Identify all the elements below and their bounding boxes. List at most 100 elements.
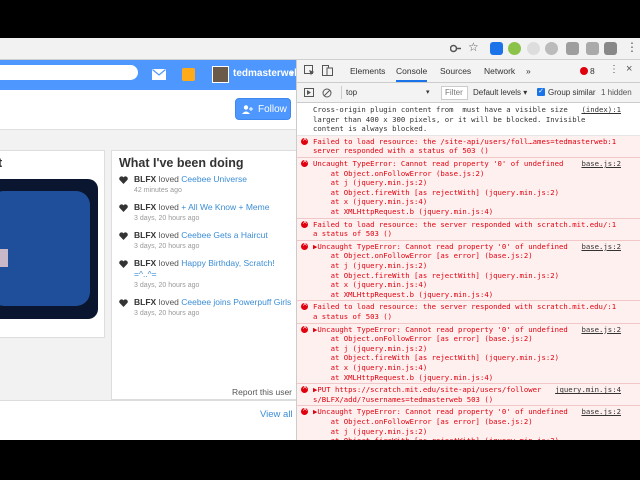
- follow-user-icon: [242, 105, 253, 114]
- extension-icon-6[interactable]: [586, 42, 599, 55]
- extension-icon-1[interactable]: [490, 42, 503, 55]
- message-source-link[interactable]: (index):1: [581, 105, 621, 115]
- extension-icon-5[interactable]: [566, 42, 579, 55]
- tab-console[interactable]: Console: [396, 66, 428, 82]
- error-icon: [301, 218, 308, 228]
- error-icon: [301, 240, 308, 250]
- browser-window: ☆ ⋮ tedmasterweb ▾ Follow t What I've be…: [0, 38, 640, 440]
- activity-time: 3 days, 20 hours ago: [134, 243, 200, 250]
- activity-project-link[interactable]: Ceebee Universe: [181, 174, 247, 184]
- activity-verb: loved: [158, 230, 179, 240]
- report-user-link[interactable]: Report this user: [232, 387, 292, 397]
- error-icon: [301, 323, 308, 333]
- heart-icon: [119, 260, 128, 268]
- heart-icon: [119, 232, 128, 240]
- inspect-element-icon[interactable]: [304, 65, 315, 76]
- avatar[interactable]: [212, 66, 229, 83]
- featured-title: t: [0, 156, 3, 170]
- console-error-message[interactable]: Uncaught TypeError: Cannot read property…: [297, 157, 640, 219]
- activity-verb: loved: [158, 174, 179, 184]
- tab-elements[interactable]: Elements: [350, 66, 385, 76]
- search-input[interactable]: [0, 65, 138, 80]
- activity-time: 3 days, 20 hours ago: [134, 310, 200, 317]
- activity-project-link[interactable]: Ceebee Gets a Haircut: [181, 230, 267, 240]
- message-text: ▶Uncaught TypeError: Cannot read propert…: [313, 241, 568, 299]
- message-text: ▶Uncaught TypeError: Cannot read propert…: [313, 324, 568, 382]
- device-toolbar-icon[interactable]: [322, 65, 333, 76]
- key-icon[interactable]: [450, 43, 462, 54]
- extension-icon-3[interactable]: [527, 42, 540, 55]
- activity-user[interactable]: BLFX: [134, 230, 156, 240]
- featured-project-thumbnail[interactable]: [0, 179, 98, 319]
- tab-sources[interactable]: Sources: [440, 66, 471, 76]
- log-levels-dropdown[interactable]: Default levels ▾: [473, 88, 527, 97]
- activity-user[interactable]: BLFX: [134, 258, 156, 268]
- message-source-link[interactable]: base.js:2: [581, 159, 621, 169]
- activity-feed: What I've been doing BLFX loved Ceebee U…: [111, 150, 296, 400]
- filter-placeholder: Filter: [445, 88, 463, 97]
- message-text: Cross-origin plugin content from must ha…: [313, 105, 586, 134]
- heart-icon: [119, 176, 128, 184]
- group-similar-label: Group similar: [548, 88, 596, 97]
- my-stuff-icon[interactable]: [182, 68, 195, 81]
- shared-projects-strip: View all: [0, 400, 296, 440]
- show-sidebar-icon[interactable]: [304, 88, 314, 97]
- close-icon[interactable]: ×: [626, 63, 632, 75]
- console-error-message[interactable]: ▶PUT https://scratch.mit.edu/site-api/us…: [297, 383, 640, 407]
- console-error-message[interactable]: Failed to load resource: the server resp…: [297, 218, 640, 241]
- view-all-link[interactable]: View all: [260, 409, 293, 420]
- error-icon: [301, 405, 308, 416]
- tab-network[interactable]: Network: [484, 66, 515, 76]
- follow-button[interactable]: Follow: [235, 98, 291, 120]
- list-item: BLFX loved Happy Birthday, Scratch! =^..…: [119, 258, 294, 291]
- group-similar-checkbox[interactable]: ✓: [537, 88, 545, 96]
- context-select[interactable]: top ▾: [341, 86, 438, 99]
- console-error-message[interactable]: ▶Uncaught TypeError: Cannot read propert…: [297, 240, 640, 302]
- message-source-link[interactable]: base.js:2: [581, 242, 621, 252]
- browser-toolbar: ☆ ⋮: [0, 38, 640, 60]
- activity-verb: loved: [158, 202, 179, 212]
- error-icon: [301, 300, 308, 311]
- console-error-message[interactable]: ▶Uncaught TypeError: Cannot read propert…: [297, 323, 640, 385]
- extension-icon-7[interactable]: [604, 42, 617, 55]
- console-info-message[interactable]: Cross-origin plugin content from must ha…: [297, 104, 640, 136]
- chevron-down-icon[interactable]: ▾: [290, 69, 294, 78]
- message-source-link[interactable]: jquery.min.js:4: [555, 385, 621, 395]
- username-label[interactable]: tedmasterweb: [233, 68, 296, 79]
- activity-time: 3 days, 20 hours ago: [134, 282, 200, 289]
- extension-icon-2[interactable]: [508, 42, 521, 55]
- activity-verb: loved: [158, 297, 179, 307]
- devtools-tab-bar: Elements Console Sources Network » 8 ⋮ ×: [297, 60, 640, 83]
- clear-console-icon[interactable]: [322, 88, 332, 98]
- message-text: Failed to load resource: the server resp…: [313, 219, 617, 239]
- context-value: top: [346, 88, 358, 97]
- messages-icon[interactable]: [152, 69, 166, 80]
- site-navbar: tedmasterweb ▾: [0, 60, 296, 90]
- error-count-icon: [580, 67, 588, 75]
- heart-icon: [119, 204, 128, 212]
- activity-project-link[interactable]: + All We Know + Meme: [181, 202, 269, 212]
- console-error-message[interactable]: Failed to load resource: the /site-api/u…: [297, 135, 640, 158]
- more-tabs-button[interactable]: »: [526, 66, 531, 76]
- devtools-panel: Elements Console Sources Network » 8 ⋮ ×…: [296, 60, 640, 440]
- activity-user[interactable]: BLFX: [134, 202, 156, 212]
- chevron-down-icon: ▾: [426, 89, 430, 96]
- bookmark-star-icon[interactable]: ☆: [468, 40, 479, 54]
- activity-time: 42 minutes ago: [134, 187, 182, 194]
- console-error-message[interactable]: Failed to load resource: the server resp…: [297, 300, 640, 324]
- activity-project-link[interactable]: Ceebee joins Powerpuff Girls: [181, 297, 291, 307]
- activity-user[interactable]: BLFX: [134, 297, 156, 307]
- message-source-link[interactable]: base.js:2: [581, 407, 621, 417]
- activity-user[interactable]: BLFX: [134, 174, 156, 184]
- devtools-menu-icon[interactable]: ⋮: [609, 64, 619, 75]
- extension-icon-4[interactable]: [545, 42, 558, 55]
- profile-header: Follow: [0, 90, 296, 130]
- menu-kebab-icon[interactable]: ⋮: [626, 40, 638, 54]
- console-error-message[interactable]: ▶Uncaught TypeError: Cannot read propert…: [297, 405, 640, 440]
- list-item: BLFX loved Ceebee joins Powerpuff Girls …: [119, 297, 294, 319]
- error-icon: [301, 383, 308, 394]
- filter-input[interactable]: Filter: [441, 86, 468, 100]
- activity-project-link[interactable]: Happy Birthday, Scratch! =^..^=: [134, 258, 275, 279]
- message-source-link[interactable]: base.js:2: [581, 325, 621, 335]
- featured-project-card: t: [0, 150, 105, 338]
